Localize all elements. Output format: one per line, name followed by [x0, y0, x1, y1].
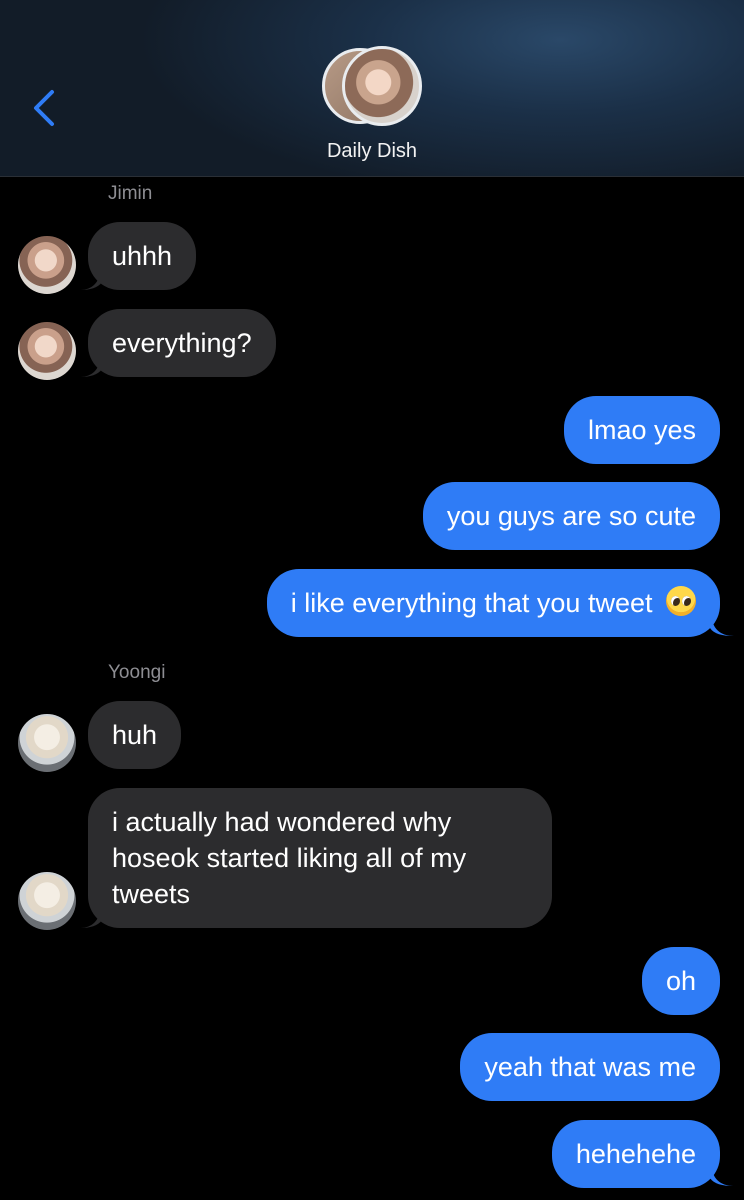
incoming-message[interactable]: everything? — [88, 309, 276, 377]
message-text: oh — [665, 966, 696, 996]
outgoing-message[interactable]: oh — [641, 947, 720, 1015]
back-button[interactable] — [30, 88, 60, 128]
message-text: huh — [112, 720, 158, 750]
outgoing-message[interactable]: yeah that was me — [460, 1033, 720, 1101]
avatar[interactable] — [18, 236, 76, 294]
bubble-tail — [80, 357, 102, 377]
avatar[interactable] — [18, 714, 76, 772]
message-text: i like everything that you tweet — [290, 588, 653, 618]
group-name[interactable]: Daily Dish — [0, 140, 744, 163]
incoming-message[interactable]: huh — [88, 701, 182, 769]
message-text: you guys are so cute — [446, 501, 696, 531]
pleading-face-emoji-icon — [666, 586, 696, 616]
group-avatar[interactable] — [320, 44, 424, 130]
sender-name: Jimin — [108, 183, 153, 204]
outgoing-message[interactable]: i like everything that you tweet — [266, 569, 720, 637]
member-avatar — [342, 46, 422, 126]
incoming-message[interactable]: i actually had wondered why hoseok start… — [88, 788, 552, 928]
chat-header: Daily Dish — [0, 0, 744, 177]
bubble-tail — [710, 616, 734, 636]
sender-name: Yoongi — [108, 662, 166, 683]
outgoing-message[interactable]: lmao yes — [563, 396, 720, 464]
outgoing-message[interactable]: you guys are so cute — [422, 482, 720, 550]
message-text: i actually had wondered why — [112, 807, 452, 837]
message-text: everything? — [112, 328, 252, 358]
bubble-tail — [710, 1166, 734, 1186]
message-text: uhhh — [112, 241, 173, 271]
bubble-tail — [80, 908, 102, 928]
incoming-message[interactable]: uhhh — [88, 222, 197, 290]
message-text: yeah that was me — [484, 1052, 696, 1082]
outgoing-message[interactable]: hehehehe — [551, 1120, 720, 1188]
message-text: tweets — [112, 879, 191, 909]
message-text: hoseok started liking all of my — [112, 843, 467, 873]
chevron-left-icon — [34, 90, 54, 126]
message-text: hehehehe — [575, 1139, 696, 1169]
avatar[interactable] — [18, 322, 76, 380]
message-text: lmao yes — [587, 415, 696, 445]
bubble-tail — [80, 270, 102, 290]
avatar[interactable] — [18, 872, 76, 930]
